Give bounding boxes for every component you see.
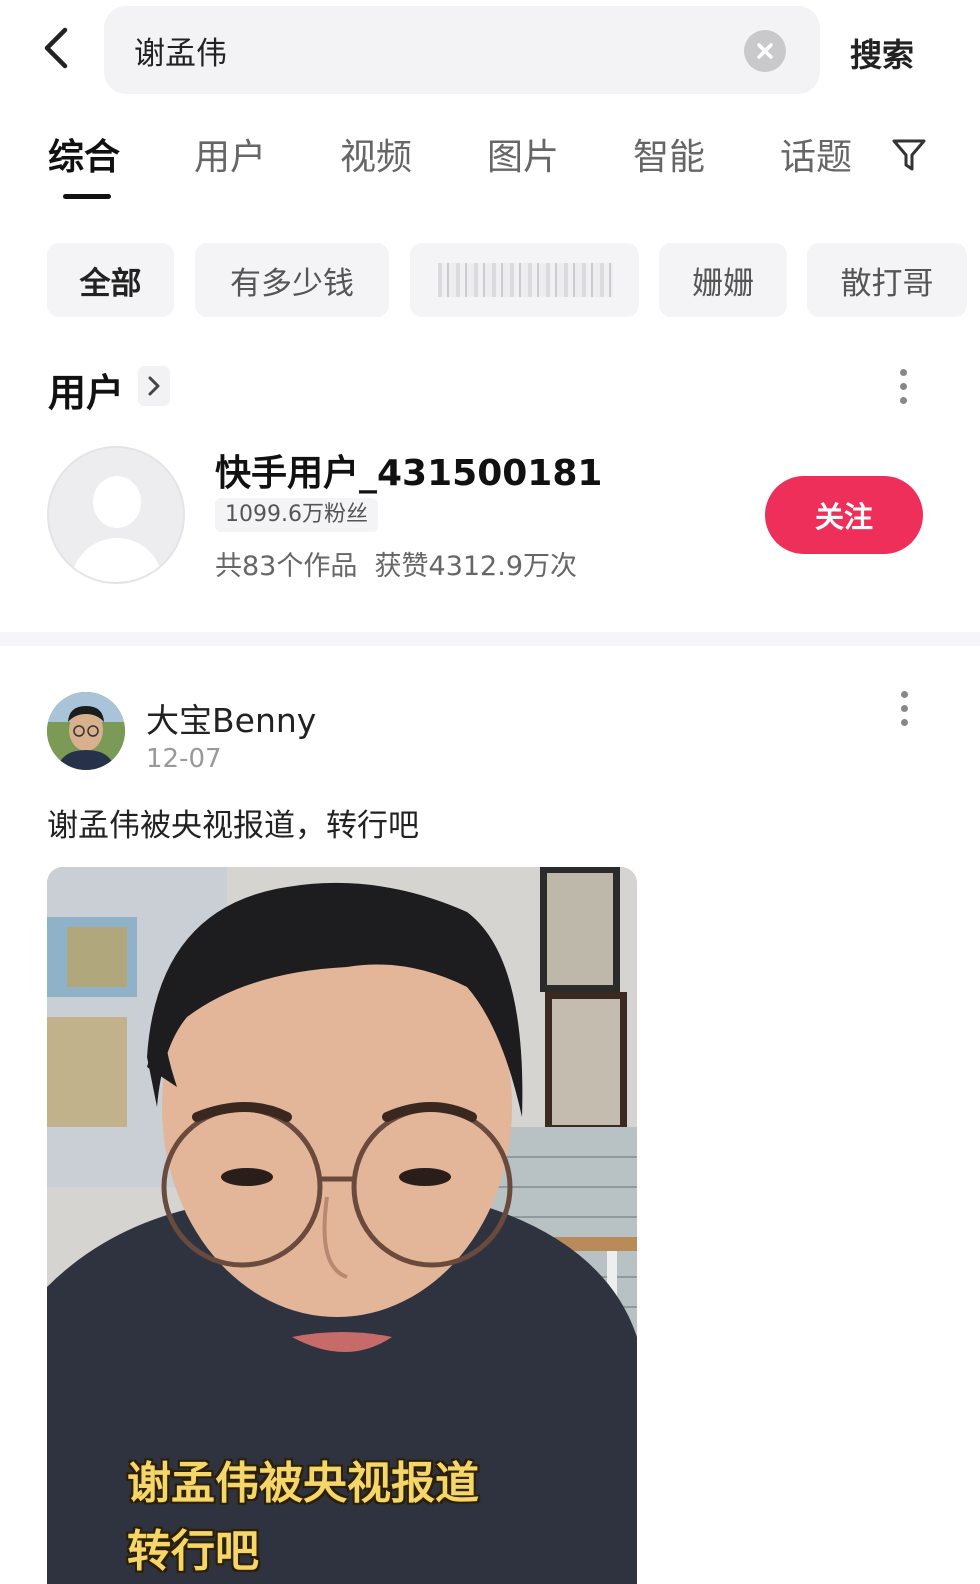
tab-users[interactable]: 用户: [194, 128, 266, 180]
section-more-button[interactable]: [138, 366, 170, 406]
more-vertical-icon[interactable]: [897, 369, 909, 404]
chip-all[interactable]: 全部: [47, 243, 174, 317]
author-photo: [47, 692, 125, 770]
tab-images[interactable]: 图片: [487, 128, 559, 180]
tab-smart[interactable]: 智能: [633, 128, 705, 180]
chip-sanda-ge[interactable]: 散打哥: [807, 243, 967, 317]
back-button[interactable]: [36, 26, 76, 70]
video-caption-line-1: 谢孟伟被央视报道: [127, 1458, 479, 1509]
chip-how-much-money[interactable]: 有多少钱: [195, 243, 389, 317]
video-caption-line-2: 转行吧: [127, 1526, 259, 1577]
post-author-name[interactable]: 大宝Benny: [146, 694, 316, 742]
user-section-title[interactable]: 用户: [48, 362, 124, 417]
search-box[interactable]: [104, 6, 820, 94]
clear-button[interactable]: [744, 30, 786, 72]
section-divider: [0, 632, 980, 646]
tab-videos[interactable]: 视频: [340, 128, 412, 180]
search-button[interactable]: 搜索: [850, 30, 914, 76]
user-stats: 共83个作品 获赞4312.9万次: [215, 551, 577, 582]
post-text[interactable]: 谢孟伟被央视报道，转行吧: [47, 800, 419, 845]
user-name[interactable]: 快手用户_431500181: [215, 444, 602, 496]
suggestion-chips: 全部 有多少钱 姗姗 散打哥: [0, 243, 980, 317]
chevron-right-icon: [148, 376, 160, 396]
avatar[interactable]: [47, 446, 185, 584]
video-thumbnail[interactable]: 谢孟伟被央视报道 转行吧: [47, 867, 637, 1584]
fans-badge: 1099.6万粉丝: [215, 498, 378, 532]
clear-icon: [757, 43, 773, 59]
filter-icon[interactable]: [890, 136, 928, 174]
tab-all[interactable]: 综合: [48, 128, 120, 180]
active-tab-indicator: [63, 194, 111, 199]
post-author-avatar[interactable]: [47, 692, 125, 770]
post-date: 12-07: [146, 744, 222, 774]
redacted-text: [438, 263, 613, 297]
post-more-icon[interactable]: [898, 691, 910, 726]
category-tabs: 综合 用户 视频 图片 智能 话题: [0, 128, 980, 208]
chip-redacted[interactable]: [410, 243, 639, 317]
search-input[interactable]: [134, 6, 734, 94]
tab-topics[interactable]: 话题: [780, 128, 852, 180]
chip-shanshan[interactable]: 姗姗: [659, 243, 787, 317]
back-arrow-icon: [44, 27, 68, 69]
search-bar: 搜索: [0, 0, 980, 100]
follow-button[interactable]: 关注: [765, 476, 923, 554]
